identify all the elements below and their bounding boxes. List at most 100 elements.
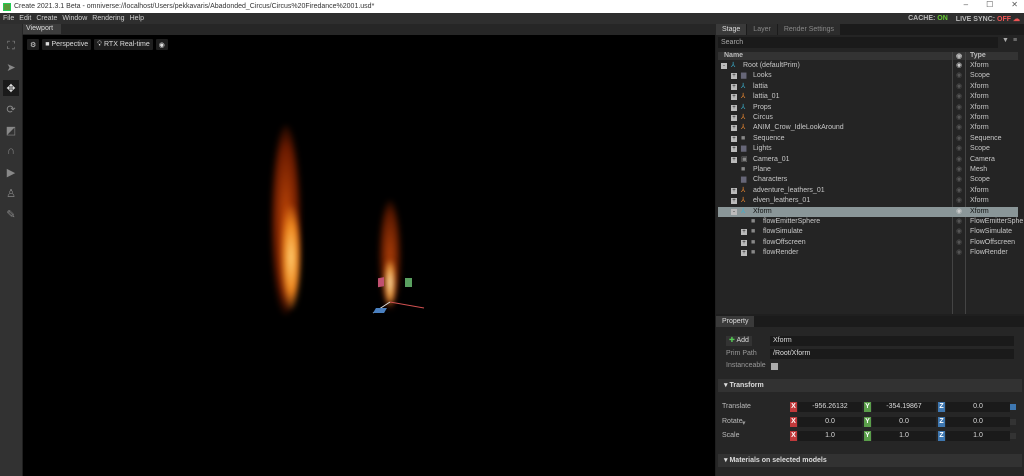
visibility-icon[interactable]: ◉ [956,207,962,217]
materials-section[interactable]: ▾ Materials on selected models [718,454,1022,467]
rotate-z-field[interactable]: 0.0 [946,416,1010,427]
tab-render-settings[interactable]: Render Settings [777,24,841,35]
keyframe-icon[interactable] [1010,433,1016,439]
prim-name-field[interactable]: Xform [770,336,1014,346]
tree-row[interactable]: + ⅄ Props ◉ Xform [718,103,1018,113]
tree-row[interactable]: + ⅄ adventure_leathers_01 ◉ Xform [718,186,1018,196]
frame-icon[interactable]: ⛶ [3,38,19,54]
scale-y-field[interactable]: 1.0 [872,431,936,441]
scale-z-field[interactable]: 1.0 [946,431,1010,441]
expand-icon[interactable]: + [741,229,747,236]
tab-property[interactable]: Property [716,316,755,327]
translate-y-field[interactable]: -354.19867 [872,402,936,412]
tab-layer[interactable]: Layer [747,24,777,35]
tree-row[interactable]: + ■ flowOffscreen ◉ FlowOffscreen [718,238,1018,248]
expand-icon[interactable]: + [731,135,737,142]
visibility-icon[interactable]: ◉ [956,113,962,123]
transform-gizmo[interactable] [368,275,428,320]
camera-button[interactable]: ■ Perspective [42,39,92,50]
expand-icon[interactable]: + [741,250,747,257]
rotate-label[interactable]: Rotate [722,418,743,425]
translate-x-field[interactable]: -956.26132 [798,402,862,412]
live-sync-value[interactable]: OFF [997,16,1011,23]
select-icon[interactable]: ➤ [3,59,19,75]
collapse-icon[interactable]: - [731,208,737,215]
menu-rendering[interactable]: Rendering [92,15,124,22]
visibility-icon[interactable]: ◉ [956,186,962,196]
expand-icon[interactable]: + [731,125,737,132]
cache-value[interactable]: ON [937,15,948,22]
viewport[interactable]: ⚙ ■ Perspective 💡︎ RTX Real-time ◉ [23,35,715,476]
tree-row[interactable]: + ⅄ elven_leathers_01 ◉ Xform [718,196,1018,206]
column-type[interactable]: Type [970,52,986,59]
tree-row[interactable]: ■ Plane ◉ Mesh [718,165,1018,175]
keyframe-icon[interactable] [1010,418,1016,425]
expand-icon[interactable]: + [731,115,737,121]
visibility-icon[interactable]: ◉ [956,248,962,258]
visibility-icon[interactable]: ◉ [956,227,962,237]
eye-icon[interactable]: ◉ [956,52,962,60]
visibility-icon[interactable]: ◉ [956,71,962,81]
rotate-icon[interactable]: ⟳ [3,101,19,117]
tab-viewport[interactable]: Viewport [23,24,61,34]
add-button[interactable]: ✚ Add [726,336,752,346]
tree-row[interactable]: ▆ Characters ◉ Scope [718,175,1018,185]
visibility-icon[interactable]: ◉ [956,196,962,206]
renderer-button[interactable]: 💡︎ RTX Real-time [94,39,153,50]
rotate-x-field[interactable]: 0.0 [798,416,862,427]
expand-icon[interactable]: + [741,239,747,246]
tab-stage[interactable]: Stage [716,24,747,35]
tree-row[interactable]: + ⅄ lattia ◉ Xform [718,82,1018,92]
menu-window[interactable]: Window [62,15,87,22]
tree-row[interactable]: + ▆ Looks ◉ Scope [718,71,1018,81]
play-icon[interactable]: ▶ [3,164,19,180]
expand-icon[interactable]: + [731,156,737,163]
expand-icon[interactable]: + [731,187,737,194]
visibility-icon[interactable]: ◉ [956,238,962,248]
close-icon[interactable]: ✕ [1011,0,1018,9]
menu-file[interactable]: File [3,15,14,22]
visibility-icon[interactable]: ◉ [956,144,962,154]
physics-icon[interactable]: ♙ [3,185,19,201]
menu-icon[interactable]: ≡ [1013,37,1017,44]
tree-row[interactable]: + ▆ Lights ◉ Scope [718,144,1018,154]
maximize-icon[interactable]: ☐ [986,0,993,9]
visibility-icon[interactable]: ◉ [956,61,962,71]
visibility-icon[interactable]: ◉ [956,134,962,144]
move-icon[interactable]: ✥ [3,80,19,96]
visibility-icon[interactable]: ◉ [956,175,962,185]
snap-icon[interactable]: ∩ [3,143,19,159]
column-name[interactable]: Name [724,52,743,59]
tree-row[interactable]: + ■ flowSimulate ◉ FlowSimulate [718,227,1018,237]
menu-create[interactable]: Create [36,15,57,22]
stage-search-input[interactable]: Search [718,37,998,48]
visibility-icon[interactable]: ◉ [956,82,962,92]
menu-help[interactable]: Help [130,15,144,22]
scale-x-field[interactable]: 1.0 [798,431,862,441]
viewport-settings-button[interactable]: ⚙ [27,39,40,50]
minimize-icon[interactable]: – [964,0,968,9]
tree-row[interactable]: + ⅄ lattia_01 ◉ Xform [718,92,1018,102]
expand-icon[interactable]: + [731,73,737,80]
tree-row[interactable]: ■ flowEmitterSphere ◉ FlowEmitterSphe [718,217,1023,227]
keyframe-icon[interactable] [1010,404,1016,410]
tree-row[interactable]: - ⅄ Xform ◉ Xform [718,206,1018,217]
scale-icon[interactable]: ◩ [3,122,19,138]
menu-edit[interactable]: Edit [19,15,31,22]
expand-icon[interactable]: + [731,198,737,205]
tree-row[interactable]: + ■ Sequence ◉ Sequence [718,134,1018,144]
translate-z-field[interactable]: 0.0 [946,402,1010,412]
collapse-icon[interactable]: - [721,63,727,69]
paint-icon[interactable]: ✎ [3,206,19,222]
chevron-down-icon[interactable]: ▾ [742,419,746,427]
expand-icon[interactable]: + [731,83,737,90]
transform-section[interactable]: ▾ Transform [718,379,1022,392]
tree-row[interactable]: + ⅄ Circus ◉ Xform [718,113,1018,123]
rotate-y-field[interactable]: 0.0 [872,416,936,427]
visibility-icon[interactable]: ◉ [956,217,962,227]
visibility-icon[interactable]: ◉ [956,103,962,113]
tree-row[interactable]: + ■ flowRender ◉ FlowRender [718,248,1018,258]
tree-row[interactable]: + ▣ Camera_01 ◉ Camera [718,155,1018,165]
expand-icon[interactable]: + [731,94,737,101]
visibility-icon[interactable]: ◉ [956,123,962,133]
